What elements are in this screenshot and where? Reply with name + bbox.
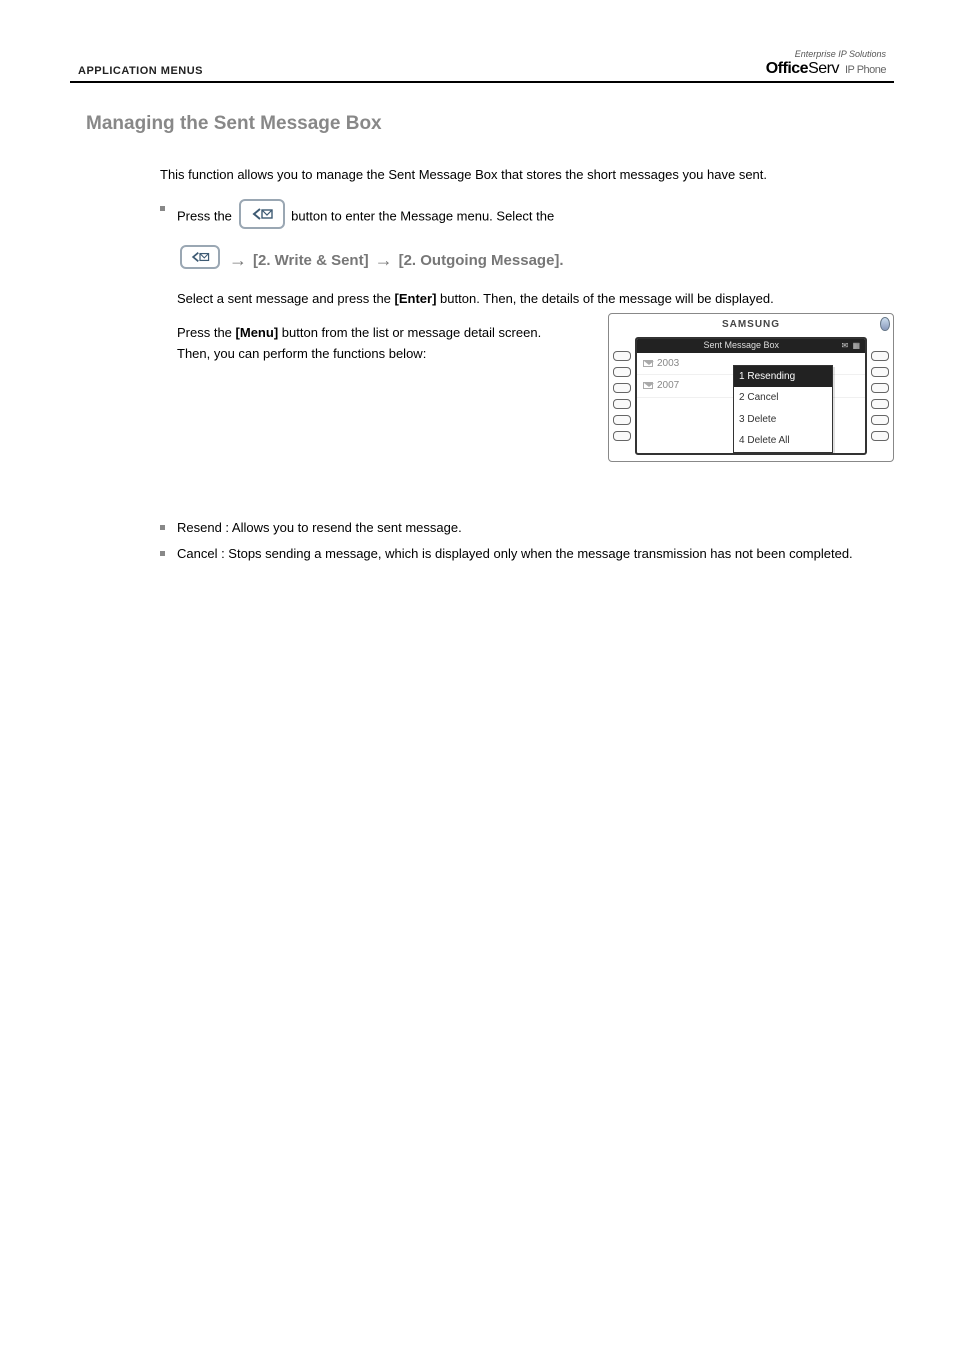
softkey-button[interactable]	[871, 415, 889, 425]
softkey-button[interactable]	[871, 367, 889, 377]
popup-item-num: 2	[739, 392, 745, 403]
screen-title: Sent Message Box	[641, 339, 842, 353]
message-button-icon-2	[180, 245, 220, 275]
sub-bullet-text: Resend : Allows you to resend the sent m…	[177, 518, 894, 538]
device-led-icon	[880, 317, 890, 331]
list-item-label: 2007	[657, 380, 679, 391]
brand-suffix: IP Phone	[845, 64, 886, 76]
nav-path: → [2. Write & Sent] → [2. Outgoing Messa…	[177, 245, 894, 275]
popup-item-resending[interactable]: 1 Resending	[734, 366, 832, 388]
page-header: APPLICATION MENUS Enterprise IP Solution…	[70, 50, 894, 83]
softkey-button[interactable]	[613, 399, 631, 409]
popup-item-delete-all[interactable]: 4 Delete All	[734, 430, 832, 452]
left-softkeys	[613, 337, 631, 455]
right-softkeys	[871, 337, 889, 455]
sub-bullet-resend: Resend : Allows you to resend the sent m…	[160, 518, 894, 538]
step-text-4: button. Then, the details of the message…	[440, 291, 774, 306]
step-line-3: Press the [Menu] button from the list or…	[177, 323, 557, 363]
status-icons: ✉ ▦	[842, 340, 861, 352]
bullet-dot-icon	[160, 551, 165, 556]
step-text-6: button from the list or message detail s…	[177, 325, 541, 360]
softkey-button[interactable]	[613, 351, 631, 361]
arrow-icon: →	[229, 248, 247, 273]
brand-thin: Serv	[808, 60, 839, 77]
brand-bold: Office	[766, 60, 808, 77]
popup-item-delete[interactable]: 3 Delete	[734, 409, 832, 431]
popup-item-label: Delete All	[747, 435, 789, 446]
softkey-button[interactable]	[871, 399, 889, 409]
intro-paragraph: This function allows you to manage the S…	[160, 165, 894, 185]
step-text-5: Press the	[177, 325, 232, 340]
device-screen: Sent Message Box ✉ ▦ 2003 2007	[635, 337, 867, 455]
context-popup: 1 Resending 2 Cancel 3 Delete	[733, 365, 833, 453]
softkey-button[interactable]	[871, 351, 889, 361]
header-section-label: APPLICATION MENUS	[78, 65, 203, 77]
enter-label: [Enter]	[395, 289, 437, 309]
sub-bullet-text: Cancel : Stops sending a message, which …	[177, 544, 894, 564]
step-text-1: Press the	[177, 209, 232, 224]
device-brand-label: SAMSUNG	[722, 319, 780, 330]
popup-item-label: Resending	[747, 371, 795, 382]
softkey-button[interactable]	[613, 367, 631, 377]
main-bullet: Press the button to enter the Message me…	[160, 199, 894, 492]
nav-seg-2: [2. Outgoing Message].	[399, 250, 564, 271]
nav-seg-1: [2. Write & Sent]	[253, 250, 369, 271]
content-body: This function allows you to manage the S…	[160, 165, 894, 564]
step-text-3: Select a sent message and press the	[177, 291, 391, 306]
envelope-icon	[643, 360, 653, 367]
softkey-button[interactable]	[613, 431, 631, 441]
device-inner: Sent Message Box ✉ ▦ 2003 2007	[609, 335, 893, 461]
softkey-button[interactable]	[871, 431, 889, 441]
screen-titlebar: Sent Message Box ✉ ▦	[637, 339, 865, 353]
device-brand: SAMSUNG	[609, 314, 893, 335]
brand-main: OfficeServ IP Phone	[766, 61, 886, 77]
sub-bullet-cancel: Cancel : Stops sending a message, which …	[160, 544, 894, 564]
softkey-button[interactable]	[871, 383, 889, 393]
popup-item-num: 3	[739, 414, 745, 425]
arrow-icon-2: →	[375, 248, 393, 273]
popup-item-label: Cancel	[747, 392, 778, 403]
popup-item-cancel[interactable]: 2 Cancel	[734, 387, 832, 409]
popup-item-num: 1	[739, 371, 745, 382]
device-figure: SAMSUNG	[608, 313, 894, 462]
menu-label: [Menu]	[236, 323, 279, 343]
page-title: Managing the Sent Message Box	[86, 113, 894, 135]
message-button-icon	[239, 199, 285, 235]
step-line-2: Select a sent message and press the [Ent…	[177, 289, 894, 309]
popup-item-num: 4	[739, 435, 745, 446]
softkey-button[interactable]	[613, 383, 631, 393]
softkey-button[interactable]	[613, 415, 631, 425]
brand-tagline: Enterprise IP Solutions	[766, 50, 886, 59]
brand-block: Enterprise IP Solutions OfficeServ IP Ph…	[766, 50, 886, 77]
popup-item-label: Delete	[747, 414, 776, 425]
list-item-label: 2003	[657, 358, 679, 369]
bullet-dot-icon	[160, 206, 165, 211]
envelope-icon	[643, 382, 653, 389]
bullet-body: Press the button to enter the Message me…	[177, 199, 894, 492]
step-text-2: button to enter the Message menu. Select…	[291, 209, 554, 224]
bullet-dot-icon	[160, 525, 165, 530]
